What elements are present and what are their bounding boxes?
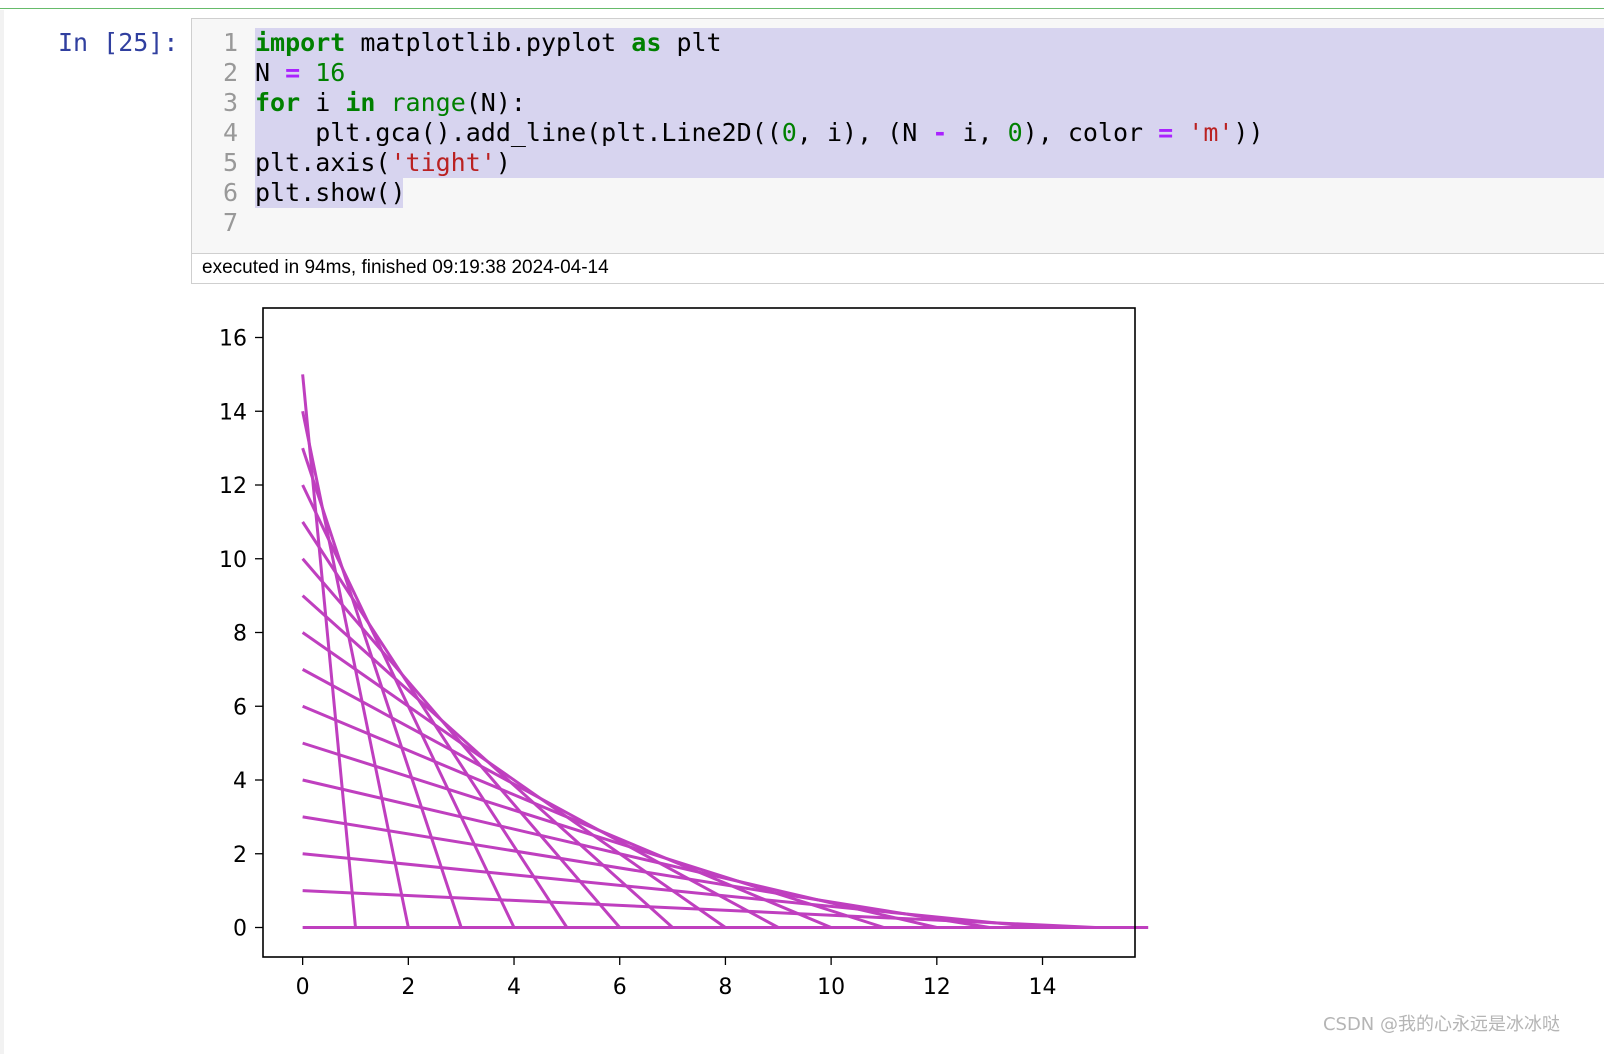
x-tick-label: 8 [718, 975, 732, 1000]
code-text: plt.show() [255, 178, 406, 208]
code-text: plt.gca().add_line(plt.Line2D((0, i), (N… [255, 118, 1264, 148]
code-token: as [631, 28, 662, 57]
code-text: import matplotlib.pyplot as plt [255, 28, 722, 58]
code-token: plt.show() [255, 178, 406, 207]
chart-line-segment [301, 374, 357, 928]
line-number: 4 [222, 118, 238, 147]
code-token: ), color [1022, 118, 1159, 147]
code-token: i, [947, 118, 1008, 147]
watermark: CSDN @我的心永远是冰冰哒 [1322, 1014, 1560, 1035]
code-text: plt.axis('tight') [255, 148, 511, 178]
y-tick-label: 0 [233, 917, 247, 942]
output-chart: 0 2 4 6 8 10 12 14 0 2 4 6 8 10 12 14 16 [200, 295, 1180, 1035]
code-line[interactable]: 1 import matplotlib.pyplot as plt [192, 28, 1604, 58]
code-line[interactable]: 2N = 16 [192, 58, 1604, 88]
selection-highlight [255, 58, 1604, 88]
code-token: 0 [781, 118, 797, 147]
code-token: plt.gca().add_line(plt.Line2D(( [255, 118, 782, 147]
code-token: in [345, 88, 376, 117]
code-token: plt [661, 28, 722, 57]
code-text: for i in range(N): [255, 88, 526, 118]
cell-top-border [0, 8, 1604, 9]
code-token: 'm' [1188, 118, 1234, 147]
code-token: )) [1233, 118, 1264, 147]
line-number: 1 [222, 28, 238, 57]
x-tick-label: 6 [613, 975, 627, 1000]
code-token: ) [495, 148, 511, 177]
code-input-area[interactable]: 1 import matplotlib.pyplot as plt 2 N = 16 3… [191, 18, 1604, 254]
code-token: , i), (N [796, 118, 933, 147]
code-token: 0 [1007, 118, 1023, 147]
code-token: = [1158, 118, 1174, 147]
y-tick-label: 6 [233, 695, 247, 720]
line-number: 6 [222, 178, 238, 207]
x-tick-label: 10 [817, 975, 845, 1000]
code-line[interactable]: 4 plt.gca().add_line(plt.Line2D((0, i), … [192, 118, 1604, 148]
x-tick-label: 12 [923, 975, 951, 1000]
chart-svg: 0 2 4 6 8 10 12 14 0 2 4 6 8 10 12 14 16 [219, 307, 1149, 1000]
code-line[interactable]: 3 for i in range(N): [192, 88, 1604, 118]
y-tick-label: 8 [233, 622, 247, 647]
x-tick-label: 14 [1029, 975, 1057, 1000]
y-tick-label: 12 [219, 474, 247, 499]
line-number: 7 [222, 208, 238, 237]
line-number: 2 [222, 58, 238, 87]
execution-status: executed in 94ms, finished 09:19:38 2024… [191, 254, 1604, 284]
code-token: 'tight' [390, 148, 496, 177]
line-number: 5 [222, 148, 238, 177]
chart-line-segment [301, 410, 410, 928]
code-token: N [255, 58, 286, 87]
left-gutter [0, 10, 4, 1054]
x-tick-label: 4 [507, 975, 521, 1000]
code-token: matplotlib.pyplot [345, 28, 632, 57]
code-text: N = 16 [255, 58, 345, 88]
y-tick-label: 10 [219, 548, 247, 573]
code-line[interactable]: 7 [192, 208, 1604, 238]
y-tick-label: 4 [233, 769, 247, 794]
x-tick-label: 0 [296, 975, 310, 1000]
x-tick-label: 2 [401, 975, 415, 1000]
y-tick-label: 2 [233, 843, 247, 868]
code-token: = [285, 58, 301, 87]
code-token: - [932, 118, 948, 147]
chart-line-segment [301, 631, 727, 929]
code-token: i [300, 88, 346, 117]
code-token: range [390, 88, 466, 117]
input-prompt: In [25]: [58, 28, 179, 57]
code-token: plt.axis( [255, 148, 391, 177]
y-tick-label: 16 [219, 327, 247, 352]
code-token: 16 [300, 58, 346, 87]
y-tick-label: 14 [219, 400, 247, 425]
code-line[interactable]: 6 plt.show() [192, 178, 1604, 208]
line-number: 3 [222, 88, 238, 117]
code-token: for [255, 88, 301, 117]
code-token: (N): [465, 88, 526, 117]
code-token: import [255, 28, 346, 57]
code-line[interactable]: 5 plt.axis('tight') [192, 148, 1604, 178]
